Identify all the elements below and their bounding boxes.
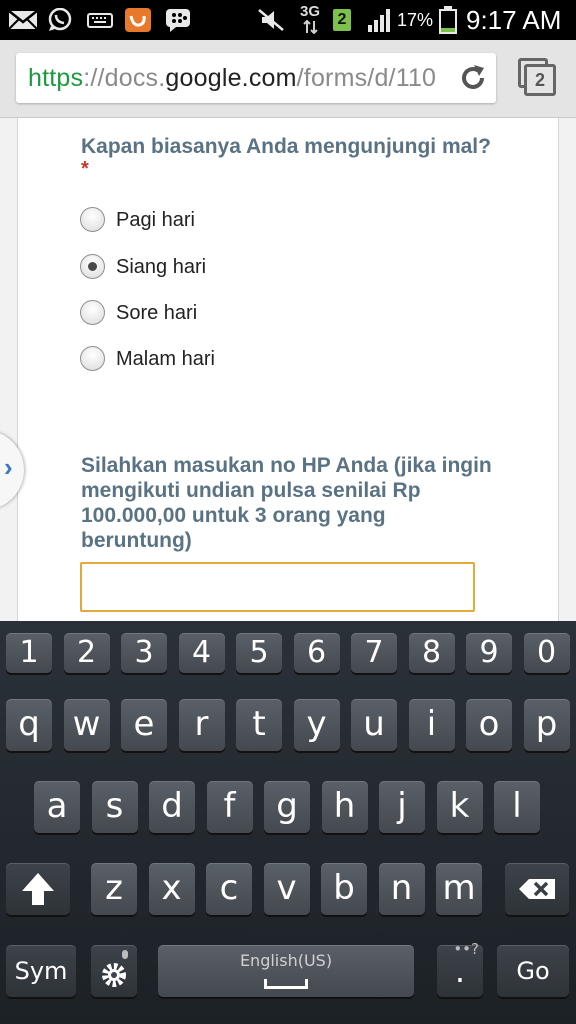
key-m[interactable]: m xyxy=(436,863,482,915)
key-1[interactable]: 1 xyxy=(6,633,52,673)
key-d[interactable]: d xyxy=(149,781,195,833)
url-text[interactable]: https://docs.google.com/forms/d/110 xyxy=(28,53,436,103)
key-f[interactable]: f xyxy=(206,781,253,833)
key-5[interactable]: 5 xyxy=(236,633,282,673)
space-bar-glyph xyxy=(264,979,308,989)
question-line: 100.000,00 untuk 3 orang yang xyxy=(81,504,386,527)
option-label: Sore hari xyxy=(116,302,198,324)
settings-key[interactable] xyxy=(91,945,137,997)
option-pagi-hari[interactable]: Pagi hari xyxy=(80,205,380,235)
option-siang-hari[interactable]: Siang hari xyxy=(80,252,380,282)
period-key[interactable]: ••? . xyxy=(437,940,483,997)
signal-icon xyxy=(368,9,390,32)
key-a[interactable]: a xyxy=(34,781,80,833)
key-w[interactable]: w xyxy=(63,699,110,751)
form-card: Kapan biasanya Anda mengunjungi mal? * P… xyxy=(17,118,559,621)
option-label: Pagi hari xyxy=(116,209,195,231)
reload-icon[interactable] xyxy=(458,63,488,93)
chevron-right-icon: › xyxy=(4,452,13,482)
question-line: Silahkan masukan no HP Anda (jika ingin xyxy=(81,454,492,477)
option-label: Siang hari xyxy=(116,256,207,278)
key-0[interactable]: 0 xyxy=(523,633,570,673)
key-r[interactable]: r xyxy=(178,699,225,751)
key-7[interactable]: 7 xyxy=(351,633,397,673)
key-o[interactable]: o xyxy=(466,699,512,751)
required-mark: * xyxy=(81,158,89,180)
space-key[interactable]: English(US) xyxy=(158,945,414,997)
address-bar[interactable]: https://docs.google.com/forms/d/110 xyxy=(16,53,496,103)
key-x[interactable]: x xyxy=(148,863,195,915)
option-label: Malam hari xyxy=(116,348,215,370)
option-sore-hari[interactable]: Sore hari xyxy=(80,298,380,328)
bbm-icon xyxy=(166,9,190,32)
space-language-label: English(US) xyxy=(239,951,333,970)
key-h[interactable]: h xyxy=(321,781,368,833)
key-s[interactable]: s xyxy=(91,781,138,833)
tabs-button[interactable]: 2 xyxy=(518,58,556,96)
key-b[interactable]: b xyxy=(321,863,367,915)
whatsapp-icon xyxy=(48,8,72,31)
key-n[interactable]: n xyxy=(378,863,425,915)
browser-toolbar: https://docs.google.com/forms/d/110 2 xyxy=(0,40,576,118)
shift-arrow-icon xyxy=(22,873,54,905)
key-y[interactable]: y xyxy=(293,699,340,751)
key-6[interactable]: 6 xyxy=(293,633,340,673)
key-t[interactable]: t xyxy=(236,699,282,751)
key-g[interactable]: g xyxy=(264,781,310,833)
backspace-key[interactable] xyxy=(505,863,569,915)
data-arrows-icon xyxy=(303,20,318,34)
question-line: mengikuti undian pulsa senilai Rp xyxy=(81,479,421,502)
key-i[interactable]: i xyxy=(408,699,455,751)
on-screen-keyboard: 1234567890 qwertyuiop asdfghjkl zxcvbnm … xyxy=(0,621,576,1024)
url-scheme: https xyxy=(28,64,84,92)
tab-count: 2 xyxy=(524,64,556,96)
mute-icon xyxy=(258,9,284,31)
url-separator: ://docs. xyxy=(83,64,166,92)
key-8[interactable]: 8 xyxy=(408,633,455,673)
key-v[interactable]: v xyxy=(263,863,310,915)
key-p[interactable]: p xyxy=(523,699,570,751)
status-bar: 3G 2 17% 9:17 AM xyxy=(0,0,576,40)
key-k[interactable]: k xyxy=(436,781,483,833)
key-3[interactable]: 3 xyxy=(121,633,167,673)
sim-badge: 2 xyxy=(333,9,351,31)
key-l[interactable]: l xyxy=(494,781,540,833)
key-4[interactable]: 4 xyxy=(178,633,225,673)
period-label: . xyxy=(454,952,466,990)
battery-icon xyxy=(439,6,457,34)
option-malam-hari[interactable]: Malam hari xyxy=(80,344,380,374)
key-9[interactable]: 9 xyxy=(466,633,512,673)
uc-browser-icon xyxy=(125,8,151,32)
key-j[interactable]: j xyxy=(379,781,425,833)
phone-question-title: Silahkan masukan no HP Anda (jika ingin … xyxy=(81,453,492,553)
backspace-icon xyxy=(519,879,555,899)
key-e[interactable]: e xyxy=(121,699,167,751)
url-host: google.com xyxy=(165,64,297,92)
shift-key[interactable] xyxy=(6,863,70,915)
go-key[interactable]: Go xyxy=(497,945,569,997)
keyboard-icon xyxy=(87,13,113,28)
gear-icon xyxy=(102,950,128,987)
question-title: Kapan biasanya Anda mengunjungi mal? xyxy=(81,135,491,158)
battery-percent: 17% xyxy=(397,10,434,30)
phone-number-input[interactable] xyxy=(80,562,475,612)
key-c[interactable]: c xyxy=(206,863,252,915)
radio-button[interactable] xyxy=(80,346,105,371)
sym-key[interactable]: Sym xyxy=(6,945,76,997)
question-line: beruntung) xyxy=(81,529,192,552)
radio-button[interactable] xyxy=(80,300,105,325)
radio-button[interactable] xyxy=(80,254,105,279)
key-z[interactable]: z xyxy=(91,863,137,915)
key-2[interactable]: 2 xyxy=(63,633,110,673)
key-q[interactable]: q xyxy=(6,699,52,751)
clock: 9:17 AM xyxy=(466,5,562,35)
mail-icon xyxy=(8,10,38,30)
url-path: /forms/d/110 xyxy=(296,64,437,92)
key-u[interactable]: u xyxy=(351,699,397,751)
radio-button[interactable] xyxy=(80,207,105,232)
web-page: Kapan biasanya Anda mengunjungi mal? * P… xyxy=(0,118,576,621)
